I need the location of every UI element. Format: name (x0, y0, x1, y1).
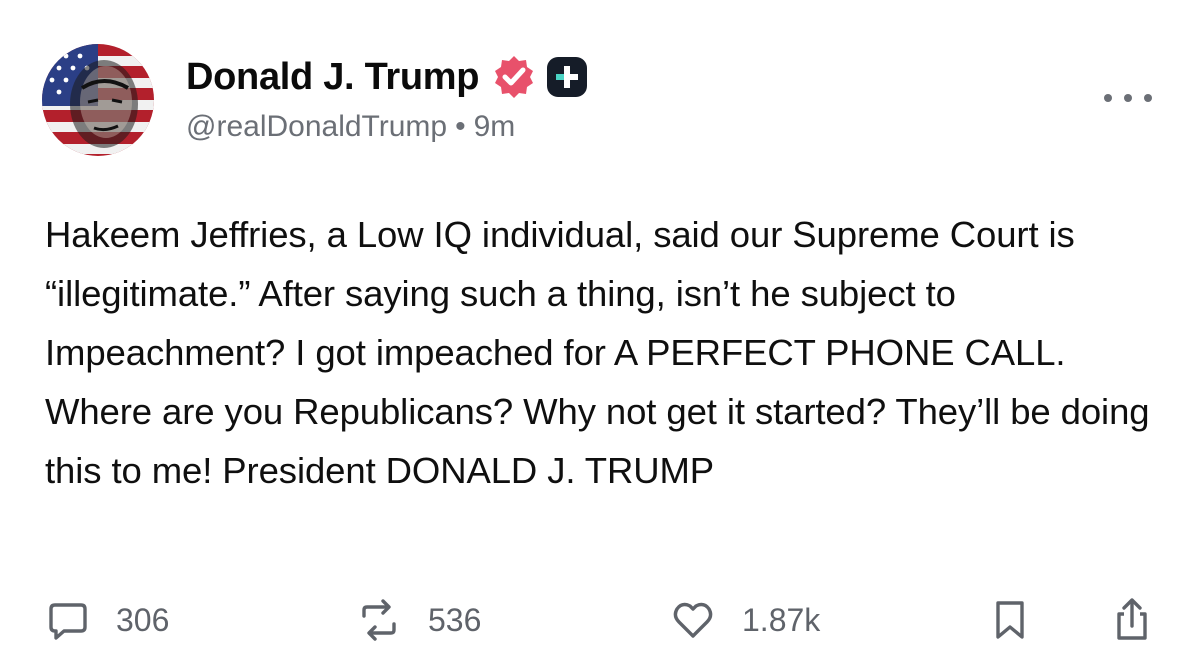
author-meta: @realDonaldTrump • 9m (186, 110, 515, 144)
reply-count: 306 (116, 601, 170, 638)
post-card: Donald J. Trump @realDonaldTrump • 9m Hake… (0, 0, 1200, 659)
avatar[interactable] (42, 44, 154, 156)
avatar-flag-portrait (42, 44, 154, 156)
plus-badge-icon (547, 57, 588, 97)
action-bar: 306 536 1.87k (0, 592, 1200, 648)
share-button[interactable] (1110, 592, 1154, 648)
post-timestamp[interactable]: 9m (474, 110, 516, 143)
more-options-button[interactable] (1104, 84, 1152, 112)
bookmark-icon (996, 601, 1024, 639)
repost-arrows-icon (362, 599, 396, 641)
verified-badge-icon (491, 54, 537, 100)
repost-count: 536 (428, 601, 482, 638)
meta-separator: • (455, 110, 466, 143)
post-text: Hakeem Jeffries, a Low IQ individual, sa… (45, 214, 1150, 491)
more-dots-icon (1104, 94, 1112, 102)
author-display-name[interactable]: Donald J. Trump (186, 56, 480, 99)
author-handle[interactable]: @realDonaldTrump (186, 110, 447, 143)
comment-bubble-icon (49, 603, 87, 640)
like-button[interactable]: 1.87k (670, 592, 820, 648)
like-count: 1.87k (742, 601, 821, 638)
repost-button[interactable]: 536 (356, 592, 481, 648)
heart-icon (673, 602, 713, 638)
bookmark-button[interactable] (990, 592, 1030, 648)
share-icon (1117, 598, 1147, 640)
reply-button[interactable]: 306 (46, 592, 169, 648)
author-name-row: Donald J. Trump (186, 50, 588, 104)
